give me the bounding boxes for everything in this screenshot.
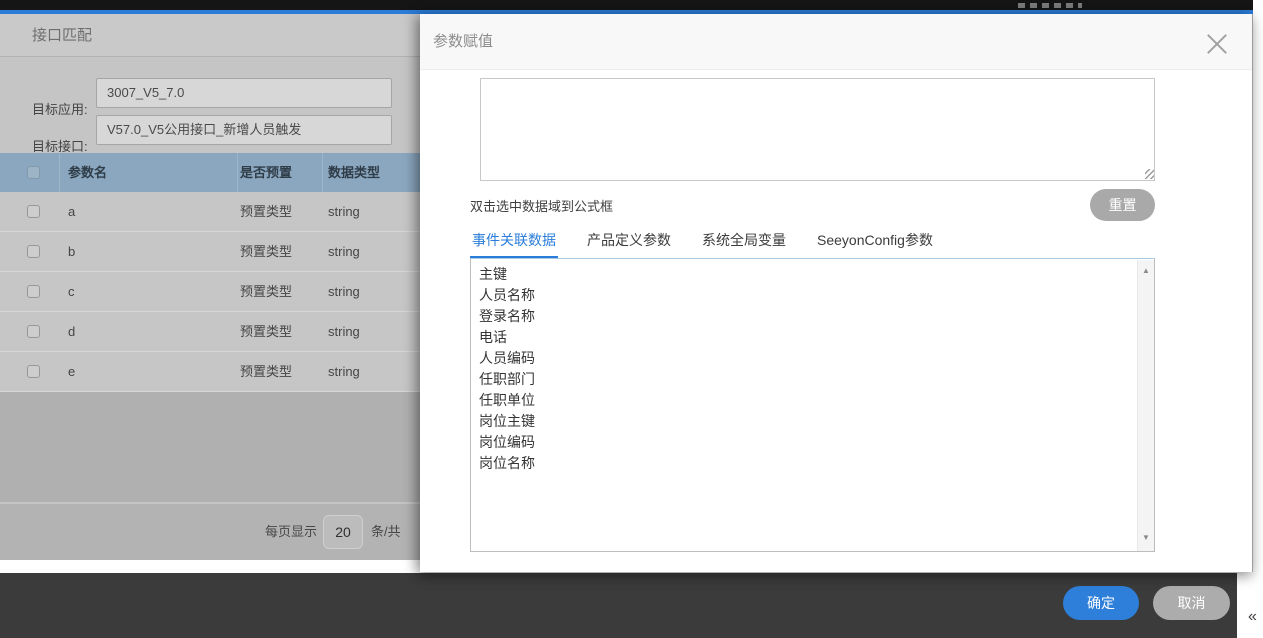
cell-param-name: a <box>68 192 75 231</box>
list-item[interactable]: 人员编码 <box>479 348 1130 369</box>
cell-preset: 预置类型 <box>240 192 292 231</box>
cell-preset: 预置类型 <box>240 232 292 271</box>
per-page-suffix: 条/共 <box>371 504 401 560</box>
table-row: a 预置类型 string <box>0 192 420 232</box>
col-param-name: 参数名 <box>68 153 107 192</box>
pagination-bar: 每页显示 20 条/共 <box>0 504 420 560</box>
tab-product-params[interactable]: 产品定义参数 <box>585 230 673 259</box>
target-app-field[interactable]: 3007_V5_7.0 <box>96 78 392 108</box>
cell-datatype: string <box>328 312 360 351</box>
list-item[interactable]: 人员名称 <box>479 285 1130 306</box>
row-checkbox[interactable] <box>27 245 40 258</box>
cell-preset: 预置类型 <box>240 272 292 311</box>
cell-datatype: string <box>328 192 360 231</box>
confirm-button[interactable]: 确定 <box>1063 586 1139 620</box>
scroll-down-icon[interactable]: ▼ <box>1138 533 1154 542</box>
row-checkbox[interactable] <box>27 205 40 218</box>
collapse-arrow-icon[interactable]: « <box>1248 608 1257 626</box>
table-row: b 预置类型 string <box>0 232 420 272</box>
list-item[interactable]: 主键 <box>479 264 1130 285</box>
cell-param-name: b <box>68 232 75 271</box>
column-divider <box>322 153 323 192</box>
interface-matching-dialog: 接口匹配 目标应用: 3007_V5_7.0 目标接口: V57.0_V5公用接… <box>0 14 420 560</box>
col-preset: 是否预置 <box>240 153 292 192</box>
row-checkbox[interactable] <box>27 285 40 298</box>
topbar-clipped-text <box>1018 3 1082 8</box>
target-app-label: 目标应用: <box>32 99 88 118</box>
tab-global-vars[interactable]: 系统全局变量 <box>700 230 788 259</box>
cell-preset: 预置类型 <box>240 312 292 351</box>
resize-grip-icon[interactable] <box>1145 169 1154 179</box>
target-interface-field[interactable]: V57.0_V5公用接口_新增人员触发 <box>96 115 392 145</box>
data-field-list: 主键 人员名称 登录名称 电话 人员编码 任职部门 任职单位 岗位主键 岗位编码… <box>470 258 1155 552</box>
cell-datatype: string <box>328 272 360 311</box>
per-page-label: 每页显示 <box>265 504 317 560</box>
list-item[interactable]: 岗位编码 <box>479 432 1130 453</box>
cell-datatype: string <box>328 352 360 391</box>
param-assignment-dialog: 参数赋值 双击选中数据域到公式框 重置 事件关联数据 产品定义参数 系统全局变量… <box>420 14 1253 572</box>
tab-seeyon-config[interactable]: SeeyonConfig参数 <box>815 230 935 259</box>
table-row: e 预置类型 string <box>0 352 420 392</box>
table-empty-area <box>0 392 420 503</box>
top-dark-bar <box>0 0 1253 10</box>
screen: 接口匹配 目标应用: 3007_V5_7.0 目标接口: V57.0_V5公用接… <box>0 0 1263 638</box>
cell-preset: 预置类型 <box>240 352 292 391</box>
interface-dialog-title: 接口匹配 <box>32 14 92 57</box>
interface-dialog-header: 接口匹配 <box>0 14 420 57</box>
list-item[interactable]: 电话 <box>479 327 1130 348</box>
list-item[interactable]: 任职部门 <box>479 369 1130 390</box>
param-table-body: a 预置类型 string b 预置类型 string c 预置类型 strin… <box>0 192 420 392</box>
per-page-input[interactable]: 20 <box>323 515 363 549</box>
col-datatype: 数据类型 <box>328 153 380 192</box>
table-row: d 预置类型 string <box>0 312 420 352</box>
scroll-up-icon[interactable]: ▲ <box>1138 266 1154 275</box>
column-divider <box>59 153 60 192</box>
row-checkbox[interactable] <box>27 325 40 338</box>
param-table-header: 参数名 是否预置 数据类型 <box>0 153 420 192</box>
cell-param-name: c <box>68 272 75 311</box>
row-checkbox[interactable] <box>27 365 40 378</box>
list-item[interactable]: 登录名称 <box>479 306 1130 327</box>
formula-hint-text: 双击选中数据域到公式框 <box>470 196 613 215</box>
data-source-tabs: 事件关联数据 产品定义参数 系统全局变量 SeeyonConfig参数 <box>470 230 935 259</box>
cell-param-name: d <box>68 312 75 351</box>
cancel-button[interactable]: 取消 <box>1153 586 1230 620</box>
cell-datatype: string <box>328 232 360 271</box>
formula-input[interactable] <box>480 78 1155 181</box>
select-all-checkbox[interactable] <box>27 166 40 179</box>
column-divider <box>237 153 238 192</box>
list-item[interactable]: 任职单位 <box>479 390 1130 411</box>
list-item[interactable]: 岗位主键 <box>479 411 1130 432</box>
assign-dialog-header: 参数赋值 <box>420 14 1252 70</box>
reset-button[interactable]: 重置 <box>1090 189 1155 221</box>
list-item[interactable]: 岗位名称 <box>479 453 1130 474</box>
vertical-scrollbar[interactable]: ▲ ▼ <box>1137 260 1154 552</box>
footer-action-bar: 确定 取消 <box>0 573 1237 638</box>
tab-event-data[interactable]: 事件关联数据 <box>470 230 558 259</box>
cell-param-name: e <box>68 352 75 391</box>
table-row: c 预置类型 string <box>0 272 420 312</box>
close-icon[interactable] <box>1204 31 1230 57</box>
assign-dialog-title: 参数赋值 <box>433 14 493 70</box>
